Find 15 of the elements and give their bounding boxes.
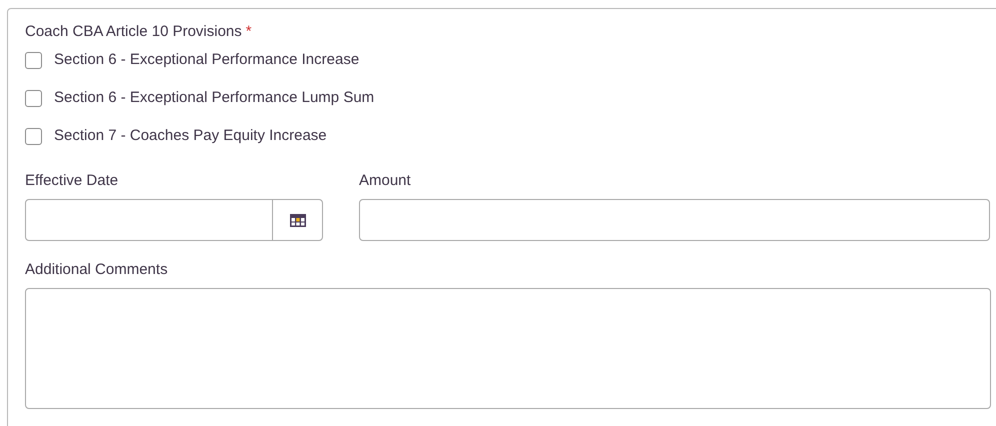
calendar-icon — [290, 214, 306, 226]
checkbox[interactable] — [25, 128, 42, 144]
required-mark: * — [246, 22, 252, 42]
field-label: Additional Comments — [25, 260, 169, 279]
field-label: Amount — [359, 171, 412, 190]
amount-field[interactable] — [359, 199, 990, 241]
checkbox-label: Section 6 - Exceptional Performance Increase — [54, 50, 360, 70]
checkbox-label: Section 7 - Coaches Pay Equity Increase — [54, 126, 327, 146]
group-label: Coach CBA Article 10 Provisions — [25, 22, 242, 42]
comments-field[interactable] — [25, 288, 991, 409]
checkbox[interactable] — [25, 52, 42, 68]
checkbox[interactable] — [25, 90, 42, 106]
checkbox-label: Section 6 - Exceptional Performance Lump Sum — [54, 88, 374, 108]
date-field[interactable] — [25, 199, 323, 241]
field-label: Effective Date — [25, 171, 120, 190]
